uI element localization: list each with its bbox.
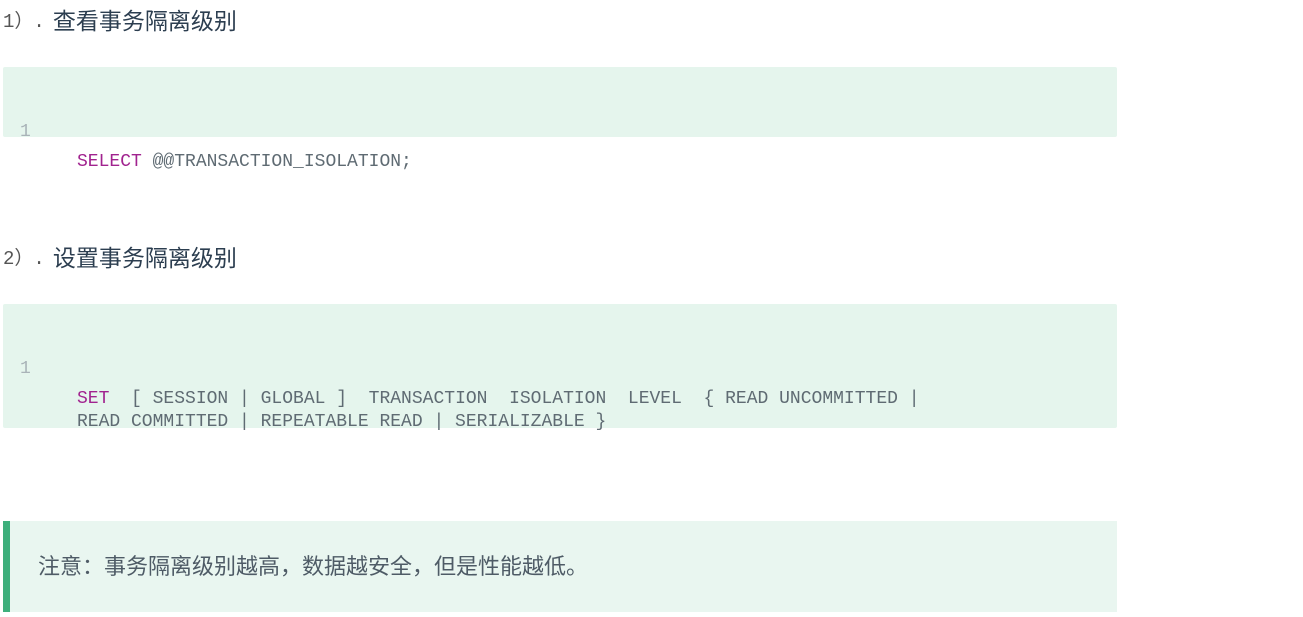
section-1-heading: 1）. 查看事务隔离级别 [3, 2, 237, 36]
code-rest: @@TRANSACTION_ISOLATION; [141, 152, 412, 172]
section-1-number: 1）. [3, 10, 45, 33]
section-2-title: 设置事务隔离级别 [52, 246, 237, 272]
note-callout: 注意：事务隔离级别越高，数据越安全，但是性能越低。 [3, 521, 1117, 612]
sql-keyword: SELECT [77, 152, 142, 172]
section-2-number: 2）. [3, 247, 45, 270]
code-block-select-isolation: 1 SELECT @@TRANSACTION_ISOLATION; [3, 67, 1117, 172]
code-line: 1 SELECT @@TRANSACTION_ISOLATION; [3, 87, 1117, 172]
line-number: 1 [20, 122, 31, 142]
section-2-heading: 2）. 设置事务隔离级别 [3, 239, 237, 273]
code-block-set-isolation: 1 SET [ SESSION | GLOBAL ] TRANSACTION I… [3, 304, 1117, 432]
code-line-wrapped: READ COMMITTED | REPEATABLE READ | SERIA… [3, 377, 1117, 432]
note-text: 注意：事务隔离级别越高，数据越安全，但是性能越低。 [38, 555, 589, 580]
code-line: 1 SET [ SESSION | GLOBAL ] TRANSACTION I… [3, 324, 1117, 409]
code-text: READ COMMITTED | REPEATABLE READ | SERIA… [77, 412, 607, 432]
section-1-title: 查看事务隔离级别 [52, 9, 237, 35]
code-text: SELECT @@TRANSACTION_ISOLATION; [77, 147, 412, 177]
